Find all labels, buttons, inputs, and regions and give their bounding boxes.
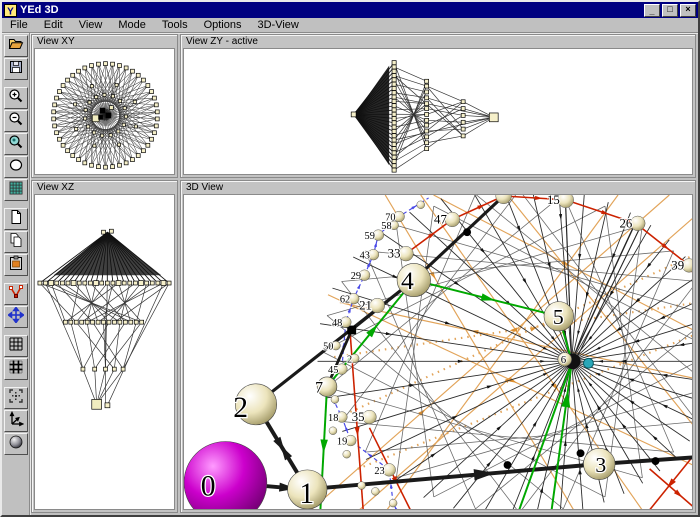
fit-brackets-icon bbox=[8, 388, 24, 409]
triangle-graph-icon bbox=[8, 284, 24, 305]
svg-text:7: 7 bbox=[315, 380, 323, 397]
panel-view-xy: View XY bbox=[31, 34, 178, 178]
axes-3d-button[interactable] bbox=[3, 410, 28, 432]
panel-view-zy-title: View ZY - active bbox=[186, 36, 258, 47]
graph-layout-button[interactable] bbox=[3, 283, 28, 305]
svg-text:29: 29 bbox=[351, 271, 361, 282]
close-button[interactable]: × bbox=[680, 3, 696, 17]
svg-text:Y: Y bbox=[7, 6, 14, 17]
svg-text:39: 39 bbox=[671, 258, 684, 272]
floppy-icon bbox=[8, 59, 24, 80]
yed-logo-icon: Y bbox=[4, 3, 17, 17]
svg-text:19: 19 bbox=[337, 436, 347, 447]
menu-item-mode[interactable]: Mode bbox=[110, 18, 154, 32]
view-xy-canvas[interactable] bbox=[34, 48, 175, 175]
snap-grid-icon bbox=[8, 359, 24, 380]
svg-text:35: 35 bbox=[352, 410, 365, 424]
svg-text:6: 6 bbox=[561, 354, 567, 366]
svg-text:62: 62 bbox=[340, 295, 350, 306]
svg-text:47: 47 bbox=[434, 212, 447, 226]
svg-text:26: 26 bbox=[620, 216, 633, 230]
fit-circle-button[interactable] bbox=[3, 156, 28, 178]
dot-matrix-button[interactable] bbox=[3, 179, 28, 201]
svg-text:0: 0 bbox=[201, 470, 216, 502]
zoom-area-icon bbox=[8, 134, 24, 155]
move-cross-icon bbox=[6, 305, 25, 328]
maximize-button[interactable]: □ bbox=[662, 3, 678, 17]
menu-bar: File Edit View Mode Tools Options 3D-View bbox=[2, 18, 698, 33]
panel-3d-view-title: 3D View bbox=[186, 182, 224, 193]
minimize-button[interactable]: _ bbox=[644, 3, 660, 17]
svg-text:18: 18 bbox=[328, 413, 338, 424]
menu-item-tools[interactable]: Tools bbox=[154, 18, 196, 32]
window-title: YEd 3D bbox=[20, 4, 59, 16]
menu-item-3d-view[interactable]: 3D-View bbox=[250, 18, 307, 32]
sphere-icon bbox=[8, 434, 24, 455]
svg-text:2: 2 bbox=[347, 354, 352, 365]
svg-text:58: 58 bbox=[381, 221, 391, 232]
render-sphere-button[interactable] bbox=[3, 433, 28, 455]
folder-open-icon bbox=[8, 36, 24, 57]
panel-view-xz-title: View XZ bbox=[37, 182, 75, 193]
svg-text:4: 4 bbox=[401, 266, 414, 295]
zoom-out-button[interactable] bbox=[3, 110, 28, 132]
dot-matrix-icon bbox=[8, 180, 24, 201]
svg-text:5: 5 bbox=[553, 305, 564, 329]
zoom-in-button[interactable] bbox=[3, 87, 28, 109]
panel-view-zy: View ZY - active bbox=[180, 34, 696, 178]
panel-grid: View XY View ZY - active View XZ 3D View… bbox=[30, 33, 698, 515]
page-icon bbox=[8, 209, 24, 230]
menu-item-view[interactable]: View bbox=[71, 18, 111, 32]
main-area: View XY View ZY - active View XZ 3D View… bbox=[2, 33, 698, 515]
new-page-button[interactable] bbox=[3, 208, 28, 230]
title-bar[interactable]: Y YEd 3D _ □ × bbox=[2, 2, 698, 18]
window-controls: _ □ × bbox=[644, 3, 696, 17]
svg-text:45: 45 bbox=[328, 365, 338, 376]
fit-selection-button[interactable] bbox=[3, 387, 28, 409]
panel-3d-view: 3D View 70 58 59 43 33 29 62 21 48 50 2 45 18 35 19 23 4… bbox=[180, 180, 696, 513]
move-button[interactable] bbox=[3, 305, 28, 328]
svg-text:48: 48 bbox=[332, 318, 342, 329]
open-button[interactable] bbox=[3, 35, 28, 57]
menu-item-file[interactable]: File bbox=[2, 18, 36, 32]
zoom-in-icon bbox=[8, 88, 24, 109]
panel-view-xz: View XZ bbox=[31, 180, 178, 513]
zoom-out-icon bbox=[8, 111, 24, 132]
zoom-area-button[interactable] bbox=[3, 133, 28, 155]
grid-button[interactable] bbox=[3, 335, 28, 357]
svg-text:59: 59 bbox=[365, 231, 375, 242]
svg-text:21: 21 bbox=[359, 298, 372, 312]
paste-button[interactable] bbox=[3, 254, 28, 276]
svg-text:33: 33 bbox=[388, 247, 401, 261]
view-xz-canvas[interactable] bbox=[34, 194, 175, 510]
svg-text:2: 2 bbox=[233, 392, 248, 424]
svg-text:15: 15 bbox=[547, 195, 560, 207]
copy-button[interactable] bbox=[3, 231, 28, 253]
svg-text:3: 3 bbox=[595, 453, 606, 477]
menu-item-edit[interactable]: Edit bbox=[36, 18, 71, 32]
panel-view-xy-title: View XY bbox=[37, 36, 75, 47]
save-button[interactable] bbox=[3, 58, 28, 80]
menu-item-options[interactable]: Options bbox=[196, 18, 250, 32]
3d-view-canvas[interactable]: 70 58 59 43 33 29 62 21 48 50 2 45 18 35 19 23 47 15 26 39 0… bbox=[183, 194, 693, 510]
svg-text:43: 43 bbox=[360, 251, 370, 262]
toolbar bbox=[2, 33, 30, 515]
circle-icon bbox=[8, 157, 24, 178]
view-zy-canvas[interactable] bbox=[183, 48, 693, 175]
axes-3d-icon bbox=[8, 410, 24, 432]
svg-text:23: 23 bbox=[374, 466, 384, 477]
svg-text:1: 1 bbox=[299, 478, 314, 509]
snap-grid-button[interactable] bbox=[3, 358, 28, 380]
app-window: Y YEd 3D _ □ × File Edit View Mode Tools Option… bbox=[0, 0, 700, 517]
clipboard-icon bbox=[8, 255, 24, 276]
copy-icon bbox=[8, 232, 24, 253]
svg-text:50: 50 bbox=[323, 342, 333, 353]
grid-icon bbox=[8, 336, 24, 357]
